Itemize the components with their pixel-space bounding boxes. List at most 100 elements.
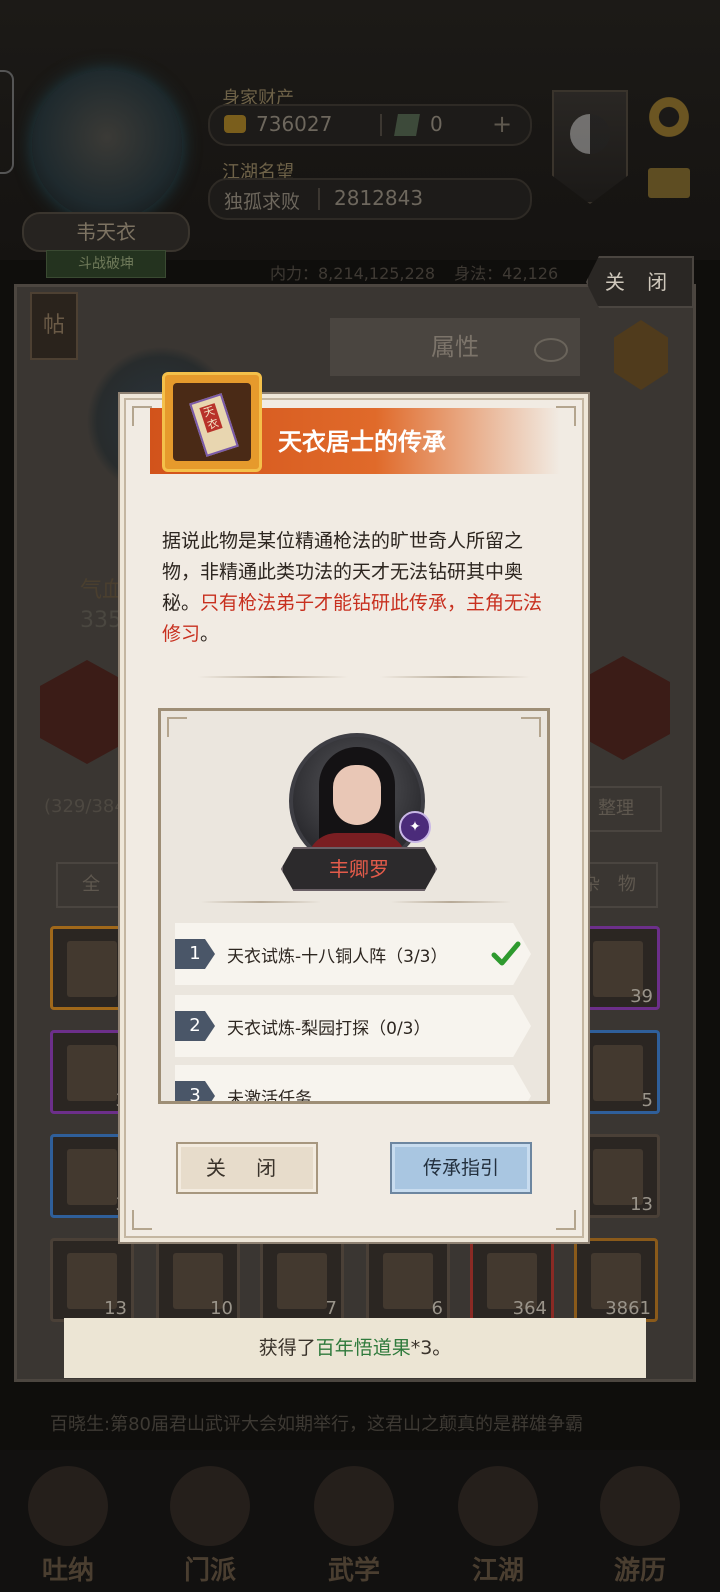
nav-label: 门派 bbox=[183, 1556, 236, 1586]
corner-ornament bbox=[132, 1210, 152, 1230]
item-description: 据说此物是某位精通枪法的旷世奇人所留之物，非精通此类功法的天才无法钻研其中奥秘。… bbox=[162, 526, 552, 650]
martial-icon bbox=[314, 1466, 394, 1546]
blade-item-icon bbox=[67, 1149, 117, 1205]
qi-value: 335 bbox=[80, 608, 122, 633]
item-count: 364 bbox=[512, 1298, 547, 1319]
quest-item[interactable]: 2 天衣试炼-梨园打探（0/3） bbox=[175, 995, 531, 1057]
quest-item[interactable]: 3 未激活任务 bbox=[175, 1065, 531, 1104]
bottom-navigation: 吐纳 门派 武学 江湖 游历 bbox=[0, 1450, 720, 1592]
player-rank-badge: 斗战破坤 bbox=[46, 250, 166, 278]
nav-item-martial[interactable]: 武学 bbox=[294, 1450, 414, 1592]
flag-item-icon bbox=[277, 1253, 327, 1309]
tuna-icon bbox=[28, 1466, 108, 1546]
divider bbox=[380, 676, 530, 678]
scroll-item-icon bbox=[67, 941, 117, 997]
nav-label: 吐纳 bbox=[41, 1556, 94, 1586]
corner-ornament bbox=[167, 717, 187, 737]
inventory-slot[interactable]: 5 bbox=[576, 1030, 660, 1114]
fame-title: 独孤求败 bbox=[224, 191, 301, 213]
jianghu-icon bbox=[458, 1466, 538, 1546]
nav-label: 武学 bbox=[327, 1556, 380, 1586]
scroll-roll-item-icon bbox=[593, 1045, 643, 1101]
inheritance-guide-button[interactable]: 传承指引 bbox=[390, 1142, 532, 1194]
ticket-amount: 0 bbox=[430, 112, 443, 136]
inventory-slot[interactable]: 39 bbox=[576, 926, 660, 1010]
inventory-slot[interactable]: 6 bbox=[366, 1238, 450, 1322]
nav-label: 江湖 bbox=[471, 1556, 524, 1586]
stats-strip: 内力：8,214,125,228 身法：42,126 bbox=[270, 260, 572, 284]
quest-title: 未激活任务 bbox=[227, 1089, 312, 1104]
inventory-slot[interactable]: 13 bbox=[50, 1238, 134, 1322]
panel-close-button[interactable]: 关 闭 bbox=[586, 256, 694, 308]
quest-title: 天衣试炼-梨园打探（0/3） bbox=[227, 1019, 431, 1039]
coin-amount: 736027 bbox=[256, 112, 333, 136]
item-count: 5 bbox=[641, 1090, 653, 1111]
nav-item-travel[interactable]: 游历 bbox=[580, 1450, 700, 1592]
inventory-slot[interactable]: 13 bbox=[576, 1134, 660, 1218]
inventory-slot[interactable] bbox=[50, 926, 134, 1010]
inventory-slot[interactable]: 3861 bbox=[574, 1238, 658, 1322]
check-icon bbox=[491, 941, 521, 966]
dialog-title: 天衣居士的传承 bbox=[278, 428, 446, 456]
item-icon: 天衣 bbox=[162, 372, 262, 472]
invitation-icon[interactable]: 帖 bbox=[30, 292, 78, 360]
quest-number: 2 bbox=[175, 1011, 215, 1041]
player-name: 韦天衣 bbox=[22, 212, 190, 252]
divider bbox=[391, 901, 511, 903]
sect-icon bbox=[170, 1466, 250, 1546]
item-count: 39 bbox=[630, 986, 653, 1007]
nav-label: 游历 bbox=[613, 1556, 666, 1586]
quest-number: 3 bbox=[175, 1081, 215, 1101]
disciple-name: 丰卿罗 bbox=[281, 847, 437, 891]
inventory-slot[interactable]: 10 bbox=[156, 1238, 240, 1322]
mail-icon[interactable] bbox=[648, 168, 690, 198]
item-count: 6 bbox=[431, 1298, 443, 1319]
item-count: 3861 bbox=[605, 1298, 651, 1319]
toast-prefix: 获得了 bbox=[258, 1337, 316, 1359]
quest-title: 天衣试炼-十八铜人阵（3/3） bbox=[227, 947, 448, 967]
quest-item[interactable]: 1 天衣试炼-十八铜人阵（3/3） bbox=[175, 923, 531, 985]
divider bbox=[201, 901, 321, 903]
divider bbox=[198, 676, 348, 678]
inventory-slot[interactable]: 3 bbox=[50, 1030, 134, 1114]
neili-stat: 内力：8,214,125,228 bbox=[270, 264, 436, 283]
coin-icon bbox=[224, 115, 246, 133]
divider bbox=[318, 188, 320, 210]
gear-icon[interactable] bbox=[646, 94, 692, 140]
inventory-slot[interactable]: 7 bbox=[260, 1238, 344, 1322]
inventory-slot[interactable]: 3 bbox=[50, 1134, 134, 1218]
divider bbox=[380, 114, 382, 136]
token-item-icon bbox=[67, 1045, 117, 1101]
inventory-slot[interactable]: 364 bbox=[470, 1238, 554, 1322]
corner-ornament bbox=[521, 717, 541, 737]
nav-item-sect[interactable]: 门派 bbox=[150, 1450, 270, 1592]
toast-suffix: *3。 bbox=[410, 1337, 452, 1359]
side-tab[interactable] bbox=[0, 70, 14, 174]
item-count: 7 bbox=[325, 1298, 337, 1319]
qi-label: 气血 bbox=[80, 578, 125, 603]
fame-bar: 独孤求败 2812843 bbox=[208, 178, 532, 220]
toast-item-name: 百年悟道果 bbox=[315, 1337, 411, 1359]
corner-ornament bbox=[556, 1210, 576, 1230]
spear-school-icon: ✦ bbox=[399, 811, 431, 843]
bag-capacity: (329/384) bbox=[44, 796, 133, 817]
description-end: 。 bbox=[200, 623, 220, 645]
eye-icon[interactable] bbox=[534, 338, 568, 362]
nav-item-tuna[interactable]: 吐纳 bbox=[8, 1450, 128, 1592]
player-avatar[interactable] bbox=[32, 70, 182, 220]
reward-toast: 获得了百年悟道果*3。 bbox=[64, 1318, 646, 1378]
corner-ornament bbox=[132, 406, 152, 426]
wealth-bar: 736027 0 + bbox=[208, 104, 532, 146]
item-count: 10 bbox=[210, 1298, 233, 1319]
add-currency-icon[interactable]: + bbox=[492, 110, 512, 138]
news-ticker: 百晓生:第80届君山武评大会如期举行，这君山之颠真的是群雄争霸 bbox=[50, 1414, 583, 1435]
ticket-icon bbox=[394, 114, 420, 136]
travel-icon bbox=[600, 1466, 680, 1546]
item-count: 13 bbox=[104, 1298, 127, 1319]
dialog-close-button[interactable]: 关 闭 bbox=[176, 1142, 318, 1194]
speed-stat: 身法：42,126 bbox=[454, 264, 559, 283]
toad-item-icon bbox=[383, 1253, 433, 1309]
quest-number: 1 bbox=[175, 939, 215, 969]
item-count: 13 bbox=[630, 1194, 653, 1215]
nav-item-jianghu[interactable]: 江湖 bbox=[438, 1450, 558, 1592]
